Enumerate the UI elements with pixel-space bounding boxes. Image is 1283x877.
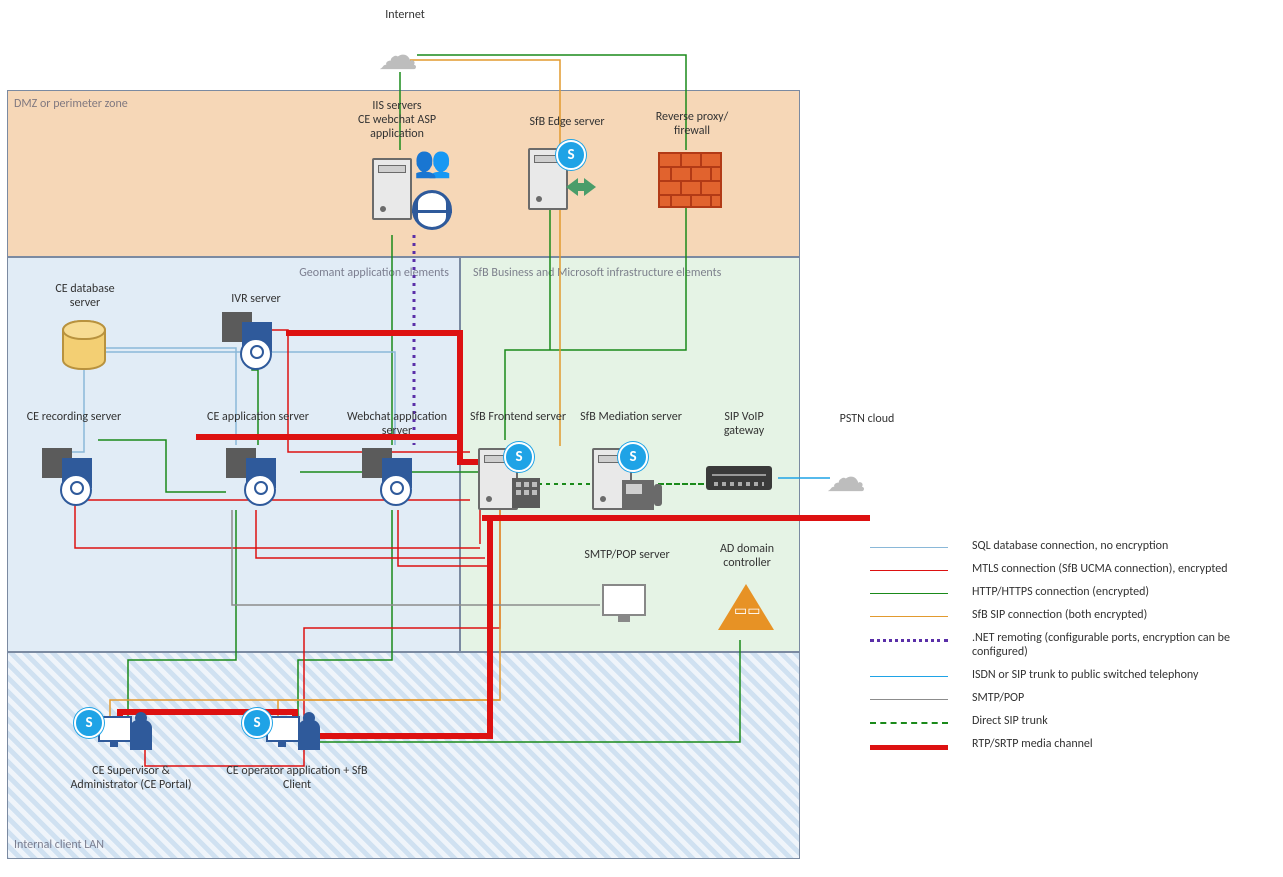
ivr-label: IVR server	[216, 292, 296, 306]
legend-text-dsip: Direct SIP trunk	[972, 714, 1270, 728]
zone-sfb-label: SfB Business and Microsoft infrastructur…	[473, 266, 721, 280]
pstn-label: PSTN cloud	[822, 412, 912, 426]
legend-row-rtp: RTP/SRTP media channel	[870, 737, 1270, 751]
legend-line-mtls	[870, 570, 948, 571]
smtp-label: SMTP/POP server	[572, 548, 682, 562]
legend-text-rtp: RTP/SRTP media channel	[972, 737, 1270, 751]
legend-row-sql: SQL database connection, no encryption	[870, 539, 1270, 553]
globe-icon	[412, 190, 452, 230]
webchat-label: Webchat application server	[332, 410, 462, 438]
app-role-icon	[222, 312, 282, 364]
skype-icon: S	[504, 442, 534, 472]
workstation-icon	[98, 710, 152, 754]
legend-line-rtp	[870, 745, 948, 750]
legend-row-smtp: SMTP/POP	[870, 691, 1270, 705]
legend: SQL database connection, no encryption M…	[870, 530, 1270, 760]
legend-line-net	[870, 639, 948, 642]
monitor-icon	[602, 584, 646, 616]
legend-line-sql	[870, 547, 948, 548]
legend-row-http: HTTP/HTTPS connection (encrypted)	[870, 585, 1270, 599]
ce-operator-label: CE operator application + SfB Client	[222, 764, 372, 792]
ad-triangle-icon: ▭▭	[718, 584, 774, 630]
ad-controller-label: AD domain controller	[702, 542, 792, 570]
legend-row-sip: SfB SIP connection (both encrypted)	[870, 608, 1270, 622]
skype-icon: S	[618, 442, 648, 472]
gateway-icon	[706, 466, 772, 490]
legend-text-isdn: ISDN or SIP trunk to public switched tel…	[972, 668, 1270, 682]
sip-gateway-label: SIP VoIP gateway	[704, 410, 784, 438]
zone-client-lan-label: Internal client LAN	[14, 838, 104, 852]
legend-text-mtls: MTLS connection (SfB UCMA connection), e…	[972, 562, 1270, 576]
zone-geomant-label: Geomant application elements	[299, 266, 449, 280]
legend-line-http	[870, 593, 948, 594]
legend-text-sql: SQL database connection, no encryption	[972, 539, 1270, 553]
legend-row-isdn: ISDN or SIP trunk to public switched tel…	[870, 668, 1270, 682]
ce-database-label: CE database server	[40, 282, 130, 310]
legend-text-smtp: SMTP/POP	[972, 691, 1270, 705]
sfb-frontend-label: SfB Frontend server	[468, 410, 568, 424]
zone-client-lan: Internal client LAN	[7, 652, 800, 859]
cloud-icon: ☁	[378, 36, 418, 76]
phone-icon	[622, 480, 654, 510]
app-role-icon	[226, 448, 286, 500]
zone-dmz-label: DMZ or perimeter zone	[14, 97, 128, 111]
building-icon	[512, 478, 540, 508]
sfb-mediation-label: SfB Mediation server	[576, 410, 686, 424]
server-icon	[372, 158, 412, 220]
users-icon: 👥	[414, 148, 451, 178]
sfb-edge-label: SfB Edge server	[512, 115, 622, 129]
diagram-canvas: DMZ or perimeter zone Geomant applicatio…	[0, 0, 1283, 877]
legend-row-net: .NET remoting (configurable ports, encry…	[870, 631, 1270, 659]
legend-text-net: .NET remoting (configurable ports, encry…	[972, 631, 1270, 659]
firewall-icon	[658, 152, 722, 208]
ce-supervisor-label: CE Supervisor & Administrator (CE Portal…	[66, 764, 196, 792]
legend-row-dsip: Direct SIP trunk	[870, 714, 1270, 728]
workstation-icon	[266, 710, 320, 754]
cloud-icon: ☁	[826, 458, 866, 498]
skype-icon: S	[242, 708, 272, 738]
database-icon	[62, 320, 106, 370]
double-arrow-icon	[564, 178, 598, 196]
app-role-icon	[362, 448, 422, 500]
skype-icon: S	[74, 708, 104, 738]
legend-text-sip: SfB SIP connection (both encrypted)	[972, 608, 1270, 622]
ce-app-label: CE application server	[198, 410, 318, 424]
legend-line-sip	[870, 616, 948, 617]
iis-label: IIS servers CE webchat ASP application	[332, 99, 462, 141]
internet-label: Internet	[368, 8, 442, 22]
legend-line-isdn	[870, 676, 948, 677]
ce-recording-label: CE recording server	[24, 410, 124, 424]
legend-line-smtp	[870, 699, 948, 700]
legend-text-http: HTTP/HTTPS connection (encrypted)	[972, 585, 1270, 599]
legend-line-dsip	[870, 722, 948, 724]
app-role-icon	[42, 448, 102, 500]
reverse-proxy-label: Reverse proxy/ firewall	[642, 110, 742, 138]
skype-icon: S	[556, 140, 586, 170]
legend-row-mtls: MTLS connection (SfB UCMA connection), e…	[870, 562, 1270, 576]
